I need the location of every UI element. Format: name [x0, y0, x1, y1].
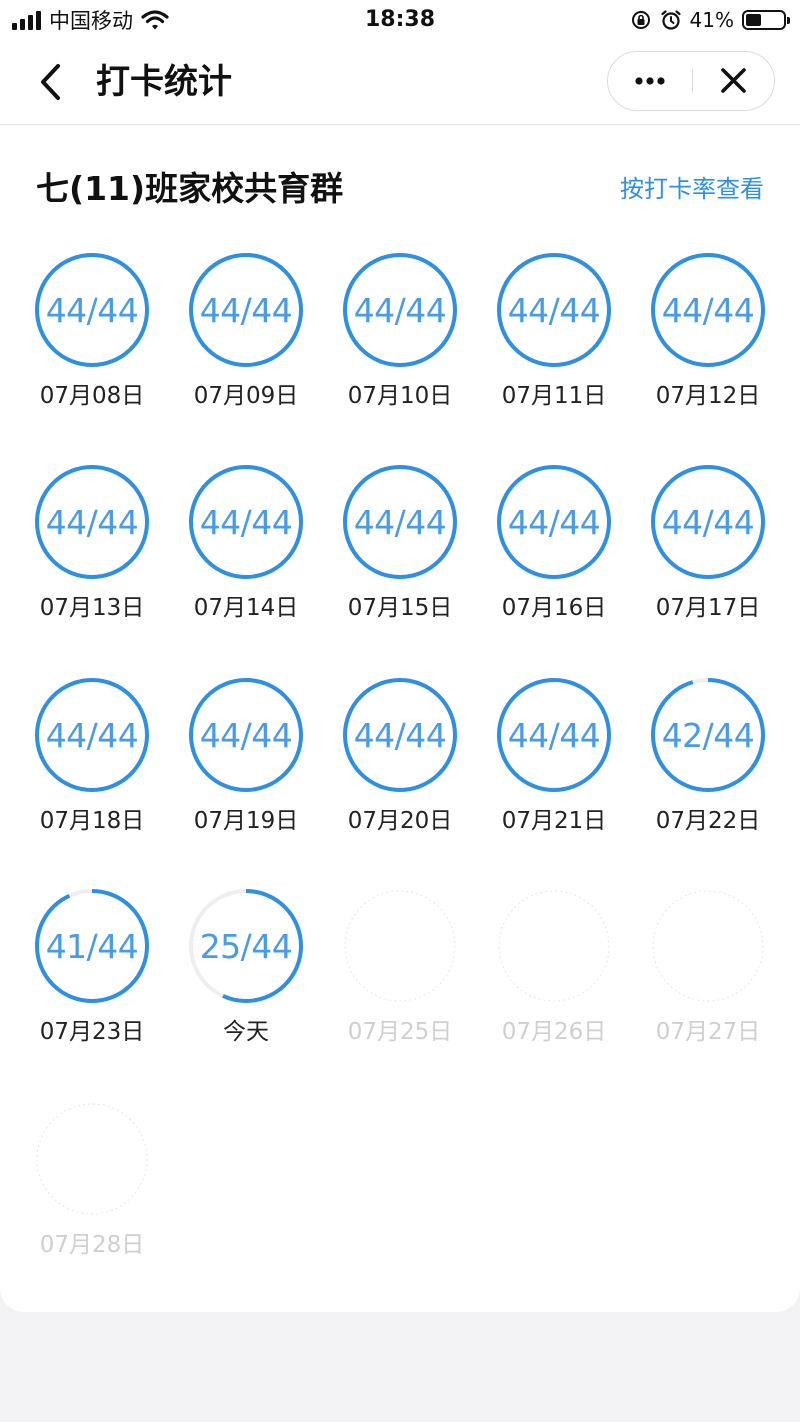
checkin-count: 44/44	[45, 715, 139, 755]
checkin-count: 44/44	[507, 502, 601, 542]
day-item: 07月27日	[643, 888, 773, 1058]
more-button[interactable]	[608, 52, 692, 110]
checkin-count: 42/44	[661, 715, 755, 755]
checkin-count: 25/44	[199, 926, 293, 966]
day-label: 07月08日	[39, 383, 145, 409]
battery-level	[746, 14, 761, 26]
checkin-count: 44/44	[199, 502, 293, 542]
nav-bar: 打卡统计	[0, 42, 800, 125]
chevron-left-icon	[41, 64, 60, 100]
day-item: 07月28日	[27, 1101, 157, 1271]
day-item: 07月26日	[489, 888, 619, 1058]
checkin-count: 44/44	[353, 502, 447, 542]
checkin-count	[489, 888, 619, 1004]
day-item[interactable]: 44/44 07月16日	[489, 464, 619, 634]
day-item[interactable]: 44/44 07月10日	[335, 252, 465, 422]
day-label: 07月25日	[347, 1019, 453, 1045]
close-icon	[721, 68, 746, 93]
day-item[interactable]: 44/44 07月18日	[27, 677, 157, 847]
battery-tip	[787, 17, 790, 24]
close-button[interactable]	[693, 52, 775, 110]
day-item[interactable]: 44/44 07月20日	[335, 677, 465, 847]
checkin-count: 44/44	[507, 290, 601, 330]
day-label: 07月10日	[347, 383, 453, 409]
day-label: 07月14日	[193, 595, 299, 621]
day-item[interactable]: 44/44 07月17日	[643, 464, 773, 634]
day-item[interactable]: 44/44 07月12日	[643, 252, 773, 422]
page-title: 打卡统计	[96, 62, 232, 102]
checkin-count: 44/44	[199, 290, 293, 330]
checkin-count: 44/44	[45, 502, 139, 542]
checkin-count: 44/44	[661, 290, 755, 330]
day-label: 07月09日	[193, 383, 299, 409]
day-label: 07月12日	[655, 383, 761, 409]
day-label: 07月17日	[655, 595, 761, 621]
day-item[interactable]: 44/44 07月15日	[335, 464, 465, 634]
checkin-count: 44/44	[353, 290, 447, 330]
day-label: 07月20日	[347, 808, 453, 834]
day-label: 07月13日	[39, 595, 145, 621]
battery-icon	[742, 10, 790, 30]
day-item[interactable]: 44/44 07月14日	[181, 464, 311, 634]
day-item[interactable]: 44/44 07月09日	[181, 252, 311, 422]
day-item[interactable]: 25/44 今天	[181, 888, 311, 1058]
day-item[interactable]: 44/44 07月19日	[181, 677, 311, 847]
battery-percent: 41%	[689, 8, 734, 32]
checkin-count: 44/44	[45, 290, 139, 330]
day-label: 今天	[223, 1019, 269, 1045]
day-item[interactable]: 44/44 07月21日	[489, 677, 619, 847]
day-item[interactable]: 41/44 07月23日	[27, 888, 157, 1058]
back-button[interactable]	[30, 60, 74, 104]
checkin-count: 44/44	[353, 715, 447, 755]
orientation-lock-icon	[631, 11, 650, 29]
checkin-card: 七(11)班家校共育群 按打卡率查看 44/44 07月08日 44/44 07月09…	[0, 125, 800, 1312]
checkin-count	[335, 888, 465, 1004]
status-bar: 中国移动 18:38 41%	[0, 0, 800, 42]
view-by-rate-link[interactable]: 按打卡率查看	[620, 171, 764, 207]
day-item[interactable]: 42/44 07月22日	[643, 677, 773, 847]
checkin-count: 44/44	[661, 502, 755, 542]
day-label: 07月27日	[655, 1019, 761, 1045]
day-label: 07月23日	[39, 1019, 145, 1045]
day-label: 07月19日	[193, 808, 299, 834]
day-label: 07月26日	[501, 1019, 607, 1045]
checkin-count	[27, 1101, 157, 1217]
day-item[interactable]: 44/44 07月13日	[27, 464, 157, 634]
day-label: 07月28日	[39, 1232, 145, 1258]
day-label: 07月18日	[39, 808, 145, 834]
checkin-count: 44/44	[199, 715, 293, 755]
checkin-count: 41/44	[45, 926, 139, 966]
checkin-count: 44/44	[507, 715, 601, 755]
day-label: 07月21日	[501, 808, 607, 834]
alarm-icon	[660, 10, 681, 30]
day-label: 07月15日	[347, 595, 453, 621]
day-item[interactable]: 44/44 07月08日	[27, 252, 157, 422]
checkin-count	[643, 888, 773, 1004]
mini-program-capsule	[607, 51, 775, 111]
group-name: 七(11)班家校共育群	[36, 169, 344, 208]
day-label: 07月11日	[501, 383, 607, 409]
ellipsis-icon	[635, 77, 665, 85]
day-item[interactable]: 44/44 07月11日	[489, 252, 619, 422]
status-right: 41%	[630, 6, 790, 34]
day-label: 07月22日	[655, 808, 761, 834]
day-item: 07月25日	[335, 888, 465, 1058]
day-label: 07月16日	[501, 595, 607, 621]
